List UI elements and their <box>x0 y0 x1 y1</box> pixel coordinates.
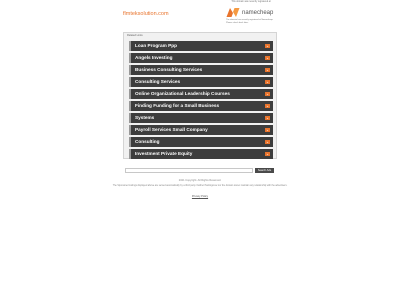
related-links-title: Related Links <box>127 34 143 37</box>
arrow-right-icon: » <box>265 68 270 72</box>
related-link-label: Consulting Services <box>135 79 181 85</box>
domain-title: flmteksolution.com <box>123 11 169 17</box>
related-link-item[interactable]: Finding Funding for a Small Business » <box>129 101 273 111</box>
related-link-label: Loan Program Ppp <box>135 43 177 49</box>
search-input[interactable] <box>125 168 253 173</box>
arrow-right-icon: » <box>265 116 270 120</box>
related-link-item[interactable]: Investment Private Equity » <box>129 149 273 159</box>
registrar-logo[interactable]: namecheap <box>226 7 276 18</box>
arrow-right-icon: » <box>265 80 270 84</box>
related-link-label: Online Organizational Leadership Courses <box>135 91 230 97</box>
related-link-item[interactable]: Systems » <box>129 113 273 123</box>
related-link-label: Business Consulting Services <box>135 67 203 73</box>
related-link-label: Systems <box>135 115 155 121</box>
related-link-item[interactable]: Online Organizational Leadership Courses… <box>129 89 273 99</box>
related-link-label: Payroll Services Small Company <box>135 127 208 133</box>
related-links-panel: Related Links Loan Program Ppp » Angels … <box>123 32 277 159</box>
privacy-policy-link[interactable]: Privacy Policy <box>0 195 400 198</box>
registrar-name: namecheap <box>242 9 274 16</box>
arrow-right-icon: » <box>265 128 270 132</box>
registrar-description: The domain has recently registered at Na… <box>226 19 274 24</box>
related-link-label: Finding Funding for a Small Business <box>135 103 220 109</box>
related-link-label: Consulting <box>135 139 160 145</box>
copyright-text: 2021 Copyright. All Rights Reserved. <box>178 179 222 182</box>
search-button[interactable]: Search Ads <box>255 168 274 173</box>
related-link-item[interactable]: Business Consulting Services » <box>129 65 273 75</box>
arrow-right-icon: » <box>265 44 270 48</box>
registrar-banner: This domain was recently registered at n… <box>226 1 276 24</box>
related-link-label: Angels Investing <box>135 55 173 61</box>
related-link-item[interactable]: Consulting Services » <box>129 77 273 87</box>
arrow-right-icon: » <box>265 56 270 60</box>
arrow-right-icon: » <box>265 104 270 108</box>
related-link-item[interactable]: Angels Investing » <box>129 53 273 63</box>
parked-domain-page: flmteksolution.com This domain was recen… <box>0 0 400 300</box>
arrow-right-icon: » <box>265 152 270 156</box>
namecheap-logo-icon <box>226 8 240 17</box>
arrow-right-icon: » <box>265 92 270 96</box>
registrar-note: This domain was recently registered at <box>231 1 271 3</box>
related-link-item[interactable]: Loan Program Ppp » <box>129 41 273 51</box>
related-link-item[interactable]: Payroll Services Small Company » <box>129 125 273 135</box>
related-link-item[interactable]: Consulting » <box>129 137 273 147</box>
search-bar: Search Ads <box>125 168 274 173</box>
related-link-label: Investment Private Equity <box>135 151 193 157</box>
disclaimer-text: The Sponsored Listings displayed above a… <box>112 185 288 187</box>
arrow-right-icon: » <box>265 140 270 144</box>
